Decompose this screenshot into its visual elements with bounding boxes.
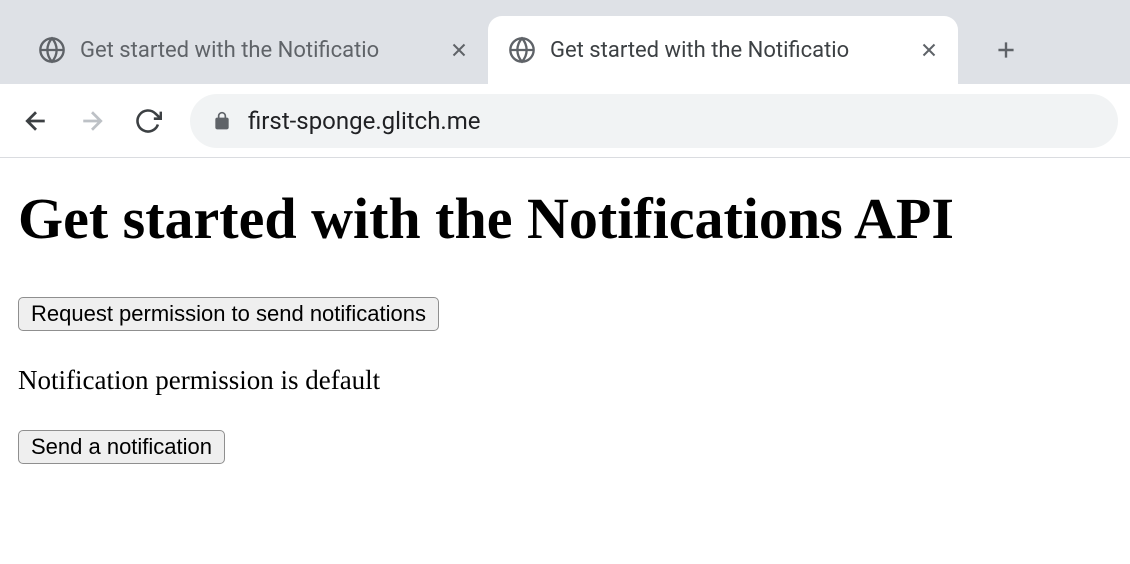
- close-icon: [918, 39, 940, 61]
- arrow-right-icon: [77, 106, 107, 136]
- reload-button[interactable]: [124, 97, 172, 145]
- browser-tab-1[interactable]: Get started with the Notificatio: [488, 16, 958, 84]
- globe-icon: [38, 36, 66, 64]
- address-bar[interactable]: [190, 94, 1118, 148]
- page-content: Get started with the Notifications API R…: [0, 158, 1130, 492]
- tab-title: Get started with the Notificatio: [80, 38, 442, 63]
- forward-button[interactable]: [68, 97, 116, 145]
- tab-strip: Get started with the Notificatio Get sta…: [0, 0, 1130, 84]
- lock-icon: [212, 111, 232, 131]
- browser-tab-0[interactable]: Get started with the Notificatio: [18, 16, 488, 84]
- url-input[interactable]: [248, 107, 1096, 135]
- close-tab-button[interactable]: [918, 39, 940, 61]
- new-tab-button[interactable]: [978, 22, 1034, 78]
- page-heading: Get started with the Notifications API: [18, 186, 1112, 253]
- close-tab-button[interactable]: [448, 39, 470, 61]
- browser-chrome: Get started with the Notificatio Get sta…: [0, 0, 1130, 158]
- permission-status-text: Notification permission is default: [18, 365, 1112, 396]
- reload-icon: [134, 107, 162, 135]
- request-permission-button[interactable]: Request permission to send notifications: [18, 297, 439, 331]
- send-notification-button[interactable]: Send a notification: [18, 430, 225, 464]
- globe-icon: [508, 36, 536, 64]
- plus-icon: [993, 37, 1019, 63]
- back-button[interactable]: [12, 97, 60, 145]
- close-icon: [448, 39, 470, 61]
- arrow-left-icon: [21, 106, 51, 136]
- tab-title: Get started with the Notificatio: [550, 38, 912, 63]
- browser-toolbar: [0, 84, 1130, 158]
